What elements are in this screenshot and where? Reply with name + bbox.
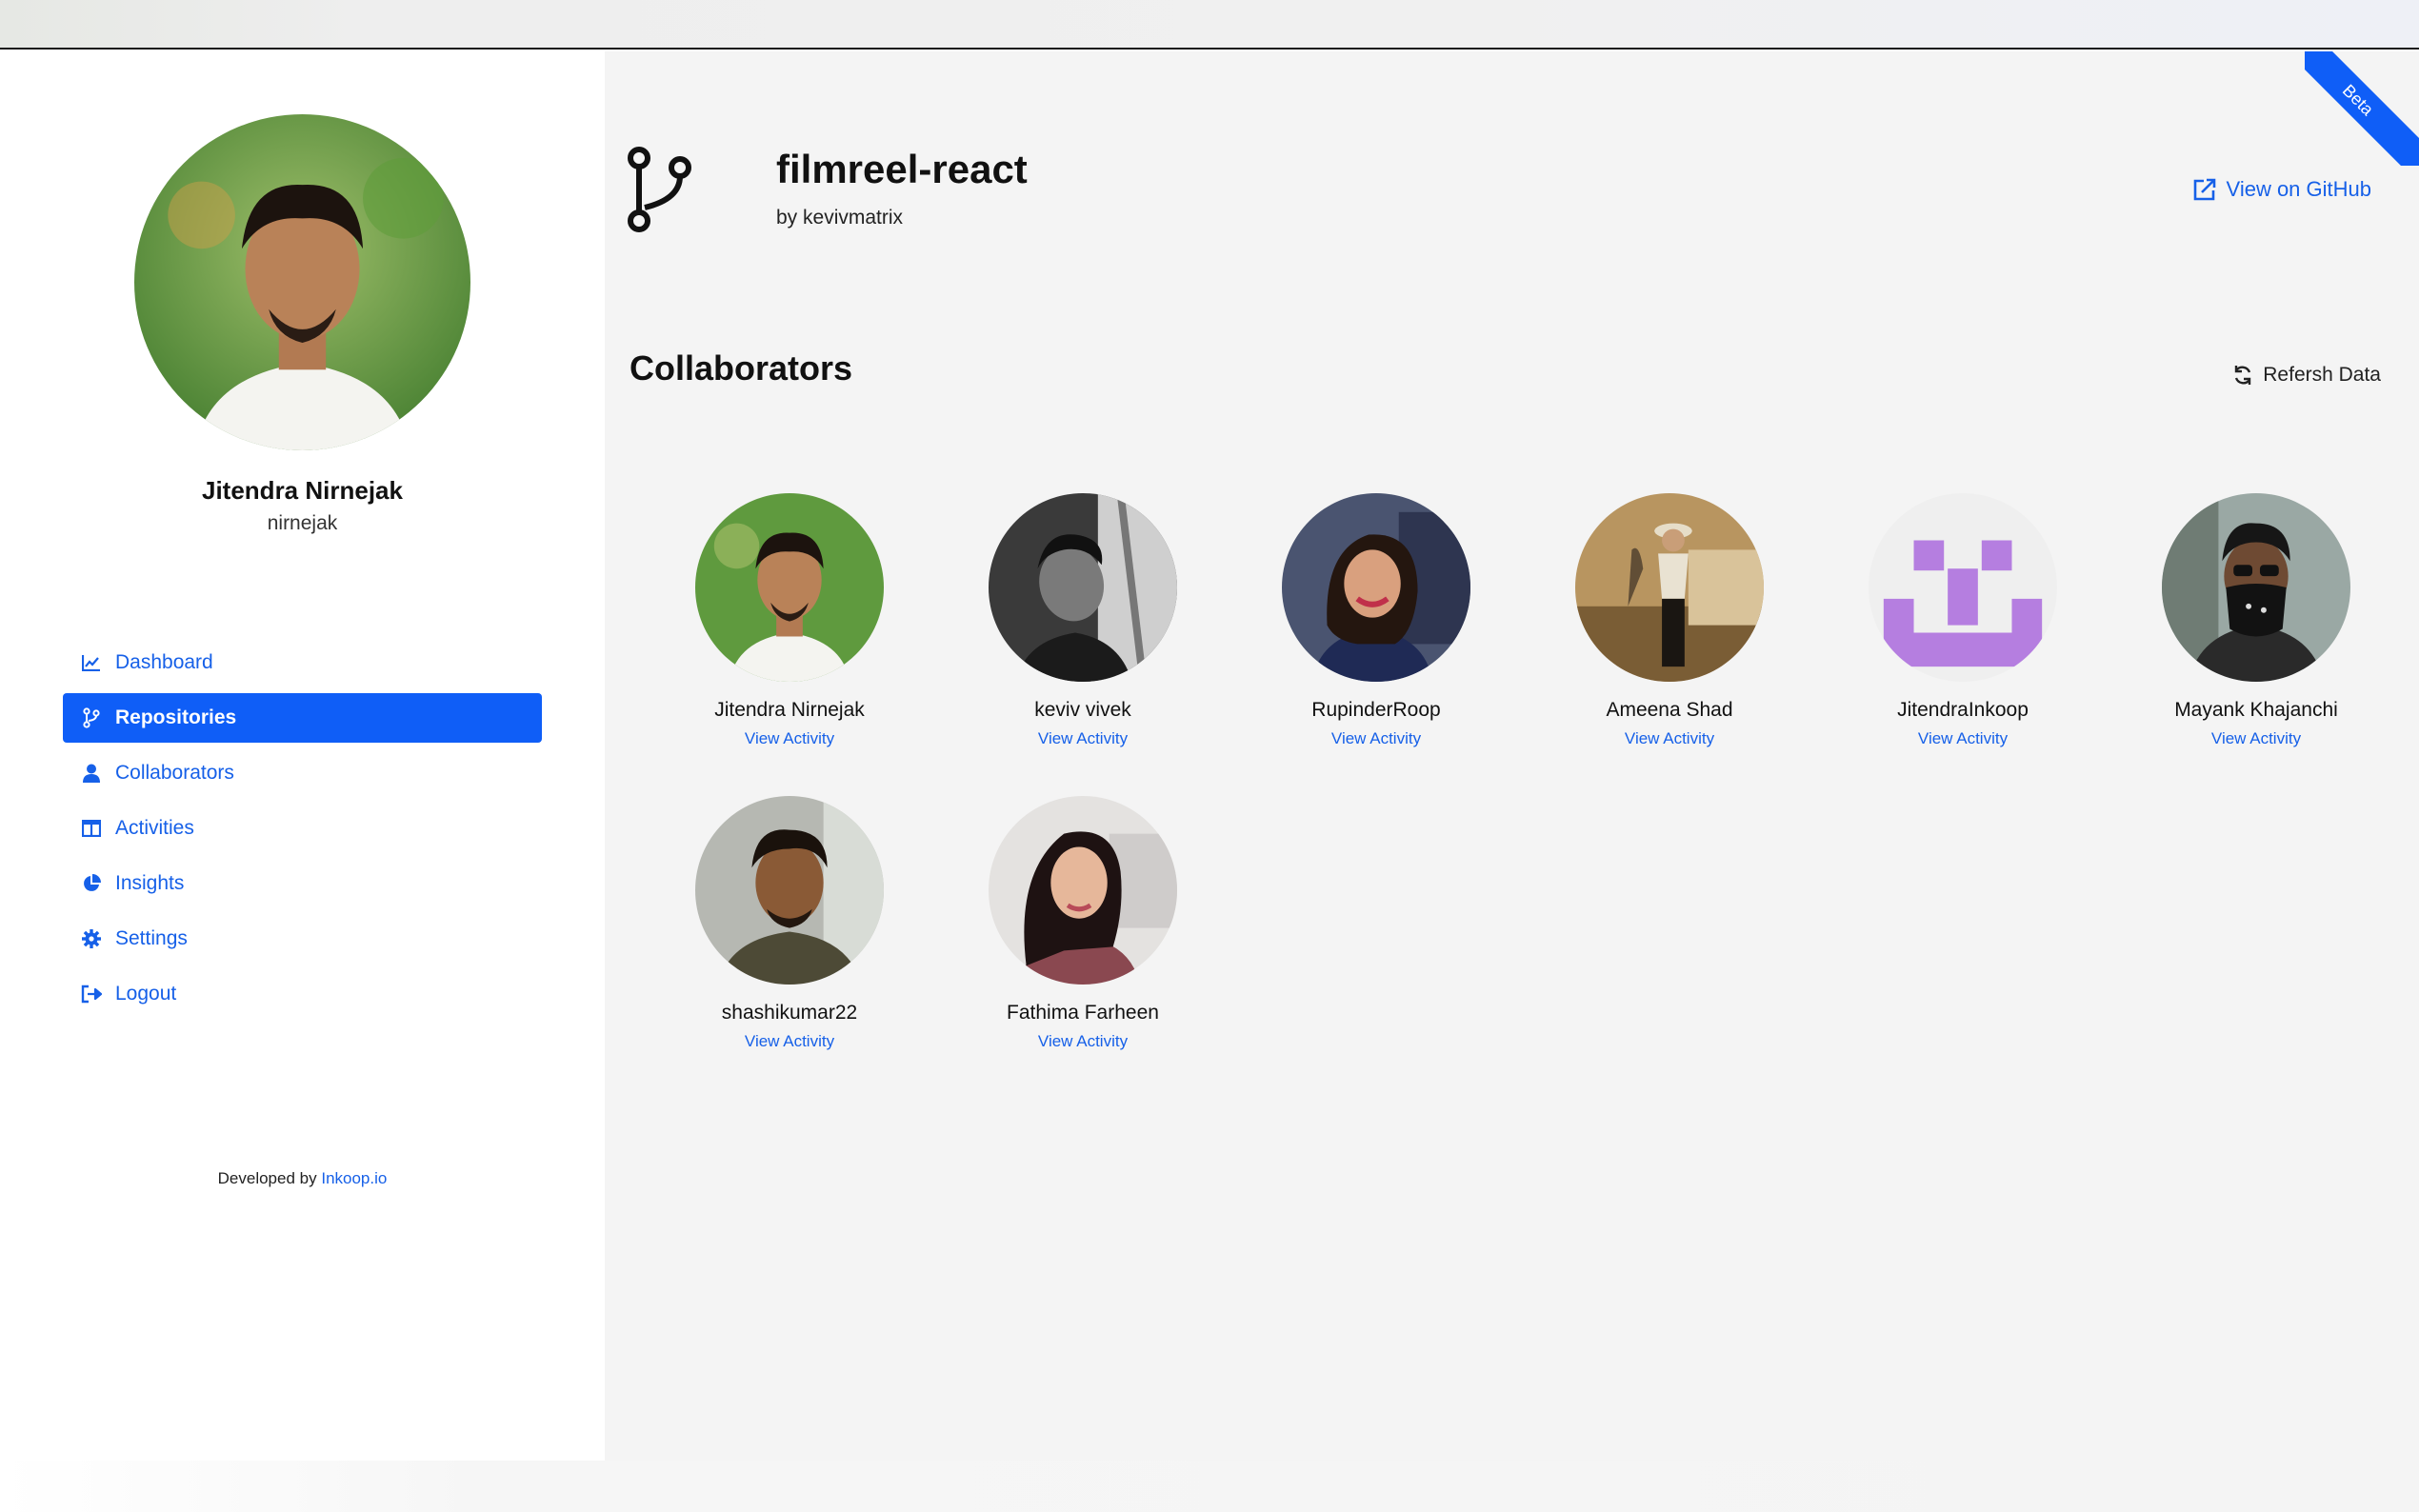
user-icon <box>81 763 102 784</box>
collaborator-name: Mayank Khajanchi <box>2174 699 2338 721</box>
developer-credit: Developed by Inkoop.io <box>0 1169 605 1188</box>
view-activity-link[interactable]: View Activity <box>643 1032 936 1051</box>
view-activity-link[interactable]: View Activity <box>936 729 1229 748</box>
collaborator-name: JitendraInkoop <box>1897 699 2029 721</box>
branch-icon <box>81 707 102 728</box>
beta-ribbon: Beta <box>2305 51 2419 166</box>
nav-label: Settings <box>115 927 188 949</box>
nav-label: Activities <box>115 817 194 839</box>
browser-top-strip <box>0 0 2419 50</box>
github-link-label: View on GitHub <box>2226 177 2371 201</box>
nav-item-collaborators[interactable]: Collaborators <box>63 748 542 798</box>
collaborator-card: Jitendra Nirnejak View Activity <box>643 493 936 748</box>
refresh-label: Refersh Data <box>2263 364 2381 386</box>
main-content: Beta filmreel-react by kevivmatrix View … <box>605 51 2419 1461</box>
collaborator-avatar <box>2162 493 2350 682</box>
view-on-github-link[interactable]: View on GitHub <box>2192 177 2371 202</box>
external-link-icon <box>2192 177 2217 202</box>
gear-icon <box>81 928 102 949</box>
collaborators-heading: Collaborators <box>630 348 853 388</box>
collaborator-name: RupinderRoop <box>1311 699 1441 721</box>
collaborator-card: RupinderRoop View Activity <box>1229 493 1523 748</box>
owner-prefix: by <box>776 207 798 229</box>
sign-out-icon <box>81 984 102 1005</box>
collaborator-avatar <box>1575 493 1764 682</box>
credit-prefix: Developed by <box>217 1169 317 1187</box>
profile-username: nirnejak <box>267 512 338 534</box>
collaborator-name: Fathima Farheen <box>1007 1002 1159 1024</box>
collaborator-avatar <box>989 493 1177 682</box>
refresh-data-button[interactable]: Refersh Data <box>2232 364 2381 387</box>
profile-name: Jitendra Nirnejak <box>202 476 403 505</box>
repo-branch-icon <box>628 147 694 232</box>
nav-item-logout[interactable]: Logout <box>63 969 542 1019</box>
collaborator-card: Ameena Shad View Activity <box>1523 493 1816 748</box>
nav-item-insights[interactable]: Insights <box>63 859 542 908</box>
collaborator-card: Mayank Khajanchi View Activity <box>2109 493 2403 748</box>
owner-name: kevivmatrix <box>803 207 904 229</box>
view-activity-link[interactable]: View Activity <box>936 1032 1229 1051</box>
nav-label: Collaborators <box>115 762 234 784</box>
collaborator-name: Ameena Shad <box>1606 699 1733 721</box>
nav-item-activities[interactable]: Activities <box>63 804 542 853</box>
collaborator-identicon <box>1869 493 2057 682</box>
beta-label: Beta <box>2305 51 2419 166</box>
refresh-icon <box>2232 365 2253 386</box>
chart-line-icon <box>81 652 102 673</box>
collaborator-card: keviv vivek View Activity <box>936 493 1229 748</box>
nav-label: Repositories <box>115 706 237 728</box>
view-activity-link[interactable]: View Activity <box>2109 729 2403 748</box>
view-activity-link[interactable]: View Activity <box>1229 729 1523 748</box>
view-activity-link[interactable]: View Activity <box>1523 729 1816 748</box>
profile-avatar <box>134 114 470 450</box>
nav-label: Insights <box>115 872 185 894</box>
sidebar-nav: Dashboard Repositories Collaborators Act… <box>63 638 542 1025</box>
collaborator-avatar <box>695 493 884 682</box>
nav-item-dashboard[interactable]: Dashboard <box>63 638 542 687</box>
collaborator-name: keviv vivek <box>1034 699 1131 721</box>
columns-icon <box>81 818 102 839</box>
bottom-strip <box>0 1461 2419 1512</box>
view-activity-link[interactable]: View Activity <box>643 729 936 748</box>
collaborator-avatar <box>695 796 884 985</box>
collaborator-name: shashikumar22 <box>721 1002 858 1024</box>
collaborator-avatar <box>989 796 1177 985</box>
pie-chart-icon <box>81 873 102 894</box>
nav-label: Dashboard <box>115 651 213 673</box>
sidebar: Jitendra Nirnejak nirnejak Dashboard Rep… <box>0 51 605 1512</box>
collaborator-avatar <box>1282 493 1470 682</box>
collaborator-card: shashikumar22 View Activity <box>643 796 936 1051</box>
repo-title: filmreel-react <box>776 147 1028 191</box>
collaborator-card: Fathima Farheen View Activity <box>936 796 1229 1051</box>
collaborator-card: JitendraInkoop View Activity <box>1816 493 2109 748</box>
nav-item-settings[interactable]: Settings <box>63 914 542 964</box>
nav-item-repositories[interactable]: Repositories <box>63 693 542 743</box>
inkoop-link[interactable]: Inkoop.io <box>321 1169 387 1187</box>
collaborator-name: Jitendra Nirnejak <box>714 699 865 721</box>
nav-label: Logout <box>115 983 177 1005</box>
view-activity-link[interactable]: View Activity <box>1816 729 2109 748</box>
repo-owner: by kevivmatrix <box>776 207 903 229</box>
